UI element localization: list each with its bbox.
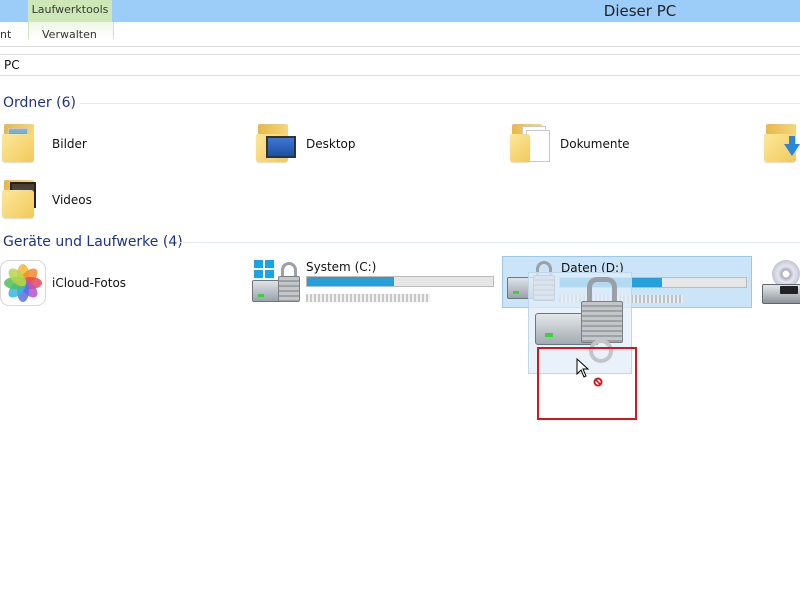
ribbon-tab-partial[interactable]: nt bbox=[0, 22, 11, 46]
group-divider bbox=[178, 242, 800, 243]
device-item-icloud-photos[interactable]: iCloud-Fotos bbox=[0, 258, 200, 308]
drive-space-text-blurred bbox=[306, 294, 430, 302]
icloud-photos-icon bbox=[0, 260, 46, 306]
folder-item-pictures[interactable]: Bilder bbox=[0, 120, 200, 168]
device-item-system-drive[interactable]: System (C:) bbox=[252, 258, 498, 308]
folder-item-documents[interactable]: Dokumente bbox=[508, 120, 708, 168]
folder-item-videos[interactable]: Videos bbox=[0, 176, 200, 224]
dvd-drive-icon bbox=[760, 260, 800, 306]
folder-item-downloads[interactable] bbox=[762, 120, 800, 168]
address-bar[interactable]: PC bbox=[0, 54, 800, 76]
window-title: Dieser PC bbox=[603, 2, 677, 20]
drive-tools-context-header: Laufwerktools bbox=[28, 0, 112, 22]
address-path: PC bbox=[4, 58, 20, 72]
locked-system-drive-icon bbox=[252, 258, 302, 306]
pictures-folder-icon bbox=[2, 122, 36, 162]
device-label: System (C:) bbox=[306, 260, 377, 274]
folder-label: Bilder bbox=[52, 137, 87, 151]
group-divider bbox=[80, 103, 800, 104]
ribbon-tab-manage[interactable]: Verwalten bbox=[42, 22, 97, 46]
group-header-devices[interactable]: Geräte und Laufwerke (4) bbox=[3, 232, 183, 252]
videos-folder-icon bbox=[2, 178, 36, 218]
drive-usage-fill bbox=[307, 277, 395, 286]
downloads-folder-icon bbox=[764, 122, 800, 162]
ribbon-tab-strip bbox=[0, 22, 800, 47]
drive-usage-bar bbox=[306, 276, 494, 287]
folder-label: Desktop bbox=[306, 137, 356, 151]
device-item-dvd-drive[interactable] bbox=[760, 260, 800, 308]
folder-item-desktop[interactable]: Desktop bbox=[254, 120, 454, 168]
desktop-folder-icon bbox=[256, 122, 296, 162]
folder-label: Dokumente bbox=[560, 137, 630, 151]
annotation-highlight-box bbox=[537, 347, 637, 420]
documents-folder-icon bbox=[510, 122, 550, 162]
device-label: iCloud-Fotos bbox=[52, 276, 127, 290]
group-header-folders[interactable]: Ordner (6) bbox=[3, 93, 76, 113]
folder-label: Videos bbox=[52, 193, 92, 207]
